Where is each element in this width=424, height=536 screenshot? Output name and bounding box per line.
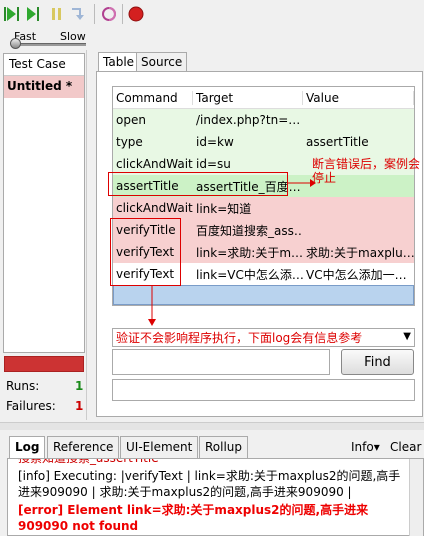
log-line-info: [info] Executing: |verifyText | link=求助:… xyxy=(18,469,401,499)
runs-count: 1 xyxy=(75,379,84,393)
row-target: id=kw xyxy=(196,135,234,149)
tab-table[interactable]: Table xyxy=(98,52,140,73)
tab-rollup[interactable]: Rollup xyxy=(199,436,249,458)
assert-annotation-line2: 停止 xyxy=(312,171,337,185)
assert-annotation-line1: 断言错误后，案例会 xyxy=(312,157,421,171)
toolbar xyxy=(0,0,424,30)
tab-source[interactable]: Source xyxy=(136,52,188,72)
log-line-cut: 搜索知道搜索_assertTitle xyxy=(18,458,159,465)
verify-annotation: 验证不会影响程序执行，下面log会有信息参考 xyxy=(116,331,363,345)
run-all-tests-icon[interactable] xyxy=(4,5,22,23)
panel-splitter[interactable] xyxy=(86,50,90,420)
row-command: clickAndWait xyxy=(116,157,193,171)
log-level-menu[interactable]: Info▾ xyxy=(351,440,380,454)
failures-count: 1 xyxy=(75,399,84,413)
test-case-item-untitled[interactable]: Untitled * xyxy=(4,76,84,98)
table-row[interactable]: open /index.php?tn=… xyxy=(113,109,414,131)
table-header: Command Target Value xyxy=(113,87,414,109)
toolbar-separator xyxy=(122,4,123,24)
run-current-test-icon[interactable] xyxy=(26,5,44,23)
row-value: VC中怎么添加一… xyxy=(306,267,407,282)
row-value: 求助:关于maxplu… xyxy=(306,245,414,260)
test-progress-bar xyxy=(4,356,84,372)
speed-slider-handle[interactable] xyxy=(10,38,21,49)
table-row[interactable]: type id=kw assertTitle xyxy=(113,131,414,153)
toolbar-separator xyxy=(94,4,95,24)
column-header-command[interactable]: Command xyxy=(113,90,193,105)
find-button[interactable]: Find xyxy=(341,349,414,375)
runs-label: Runs: xyxy=(6,379,40,393)
target-input[interactable] xyxy=(112,349,330,375)
value-input[interactable] xyxy=(112,379,415,401)
assert-title-highlight-box xyxy=(108,172,288,196)
test-case-header: Test Case xyxy=(4,54,84,76)
verify-commands-highlight-box xyxy=(110,218,181,286)
speed-slow-label: Slow xyxy=(60,30,86,43)
tab-reference[interactable]: Reference xyxy=(47,436,120,458)
log-panel: 搜索知道搜索_assertTitle [info] Executing: |ve… xyxy=(7,458,424,536)
row-target: link=VC中怎么添… xyxy=(196,267,303,282)
rollup-icon[interactable] xyxy=(100,5,118,23)
row-value: assertTitle xyxy=(306,135,369,149)
step-icon[interactable] xyxy=(68,5,86,23)
tab-ui-element[interactable]: UI-Element xyxy=(120,436,199,458)
verify-note-arrow xyxy=(148,286,156,326)
row-command: clickAndWait xyxy=(116,201,193,215)
row-target: /index.php?tn=… xyxy=(196,113,301,127)
clear-log-button[interactable]: Clear xyxy=(390,440,421,454)
row-target: 百度知道搜索_ass… xyxy=(196,223,303,238)
row-command: type xyxy=(116,135,143,149)
tab-log[interactable]: Log xyxy=(9,436,46,459)
column-header-value[interactable]: Value xyxy=(303,90,414,105)
log-splitter[interactable] xyxy=(0,422,424,430)
command-combobox[interactable]: 验证不会影响程序执行，下面log会有信息参考 ▼ xyxy=(112,328,415,347)
test-case-panel: Test Case Untitled * xyxy=(3,53,85,353)
pause-icon[interactable] xyxy=(48,5,66,23)
record-icon[interactable] xyxy=(127,5,145,23)
row-target: link=求助:关于m… xyxy=(196,245,303,260)
column-header-target[interactable]: Target xyxy=(193,90,303,105)
speed-slider-track[interactable] xyxy=(12,43,86,46)
table-row[interactable]: clickAndWait link=知道 xyxy=(113,197,414,219)
chevron-down-icon[interactable]: ▼ xyxy=(403,331,411,342)
row-target: id=su xyxy=(196,157,231,171)
speed-control: Fast Slow xyxy=(0,28,100,50)
row-command: open xyxy=(116,113,146,127)
row-target: link=知道 xyxy=(196,201,252,216)
log-scrollbar[interactable] xyxy=(409,459,423,536)
failures-label: Failures: xyxy=(6,399,56,413)
log-line-error: [error] Element link=求助:关于maxplus2的问题,高手… xyxy=(18,503,369,533)
